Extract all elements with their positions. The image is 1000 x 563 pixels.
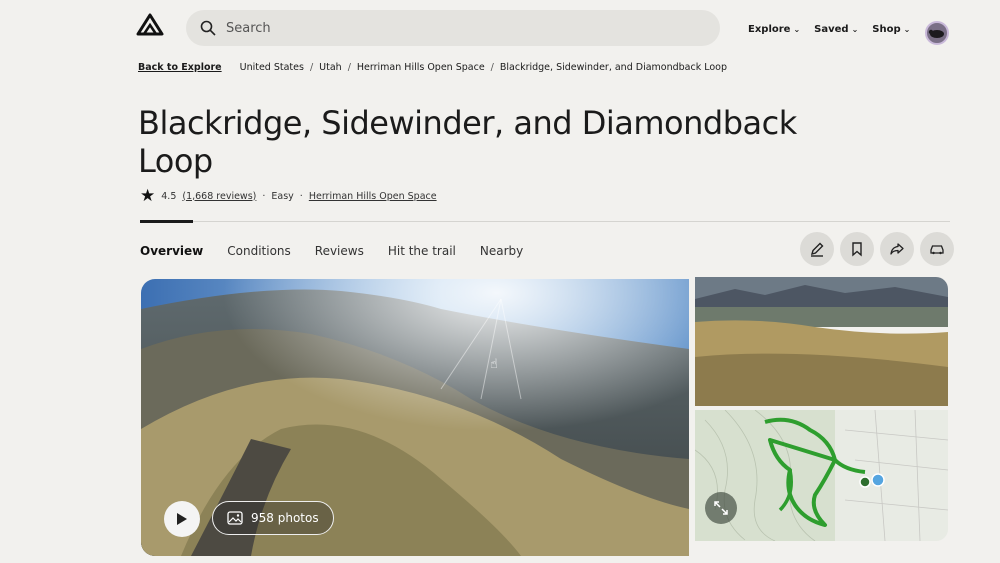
expand-icon [714, 501, 728, 515]
car-icon [930, 245, 944, 255]
star-icon: ★ [140, 186, 156, 206]
nav-saved-label: Saved [814, 24, 849, 35]
difficulty: Easy [271, 190, 294, 202]
breadcrumb-country[interactable]: United States [240, 62, 304, 73]
top-bar: Explore⌄ Saved⌄ Shop⌄ [0, 0, 1000, 56]
share-button[interactable] [880, 232, 914, 266]
photos-icon [227, 511, 243, 525]
bookmark-button[interactable] [840, 232, 874, 266]
park-link[interactable]: Herriman Hills Open Space [309, 191, 437, 202]
divider [140, 221, 950, 222]
valley-photo [695, 277, 948, 406]
page-title: Blackridge, Sidewinder, and Diamondback … [138, 104, 797, 180]
tab-reviews[interactable]: Reviews [315, 244, 364, 258]
meta-dot: · [299, 190, 303, 202]
chevron-down-icon: ⌄ [851, 25, 859, 34]
bookmark-icon [852, 242, 862, 257]
play-icon [177, 513, 187, 525]
search-icon [200, 20, 216, 36]
breadcrumb-separator: / [347, 62, 351, 73]
chevron-down-icon: ⌄ [793, 25, 801, 34]
nav-explore[interactable]: Explore ⌄ [748, 24, 800, 35]
expand-map-button[interactable] [705, 492, 737, 524]
active-indicator [140, 220, 193, 223]
back-to-explore-link[interactable]: Back to Explore [138, 62, 222, 73]
rating-value: 4.5 [161, 190, 177, 202]
tab-hit-the-trail[interactable]: Hit the trail [388, 244, 456, 258]
edit-button[interactable] [800, 232, 834, 266]
breadcrumb-state[interactable]: Utah [319, 62, 342, 73]
breadcrumb-current: Blackridge, Sidewinder, and Diamondback … [499, 62, 728, 73]
share-icon [890, 243, 904, 255]
nav-saved[interactable]: Saved ⌄ [814, 24, 858, 35]
logo-icon[interactable] [136, 12, 164, 36]
meta-dot: · [262, 190, 266, 202]
trail-meta: ★ 4.5 (1,668 reviews) · Easy · Herriman … [140, 186, 437, 206]
photos-count-label: 958 photos [251, 511, 319, 525]
hand-cursor-icon: ☝ [490, 357, 498, 372]
breadcrumb-park[interactable]: Herriman Hills Open Space [357, 62, 485, 73]
map-graphic [695, 410, 948, 541]
trail-map[interactable] [695, 410, 948, 541]
nav-links: Explore ⌄ Saved ⌄ Shop ⌄ [748, 24, 910, 35]
breadcrumb: Back to Explore United States / Utah / H… [138, 62, 727, 73]
tab-overview[interactable]: Overview [140, 244, 203, 258]
action-buttons [800, 232, 954, 266]
nav-shop-label: Shop [872, 24, 901, 35]
tab-conditions[interactable]: Conditions [227, 244, 291, 258]
reviews-link[interactable]: (1,668 reviews) [182, 191, 256, 202]
play-button[interactable] [164, 501, 200, 537]
chevron-down-icon: ⌄ [903, 25, 911, 34]
photos-button[interactable]: 958 photos [212, 501, 334, 535]
section-tabs: Overview Conditions Reviews Hit the trai… [140, 244, 523, 258]
nav-shop[interactable]: Shop ⌄ [872, 24, 910, 35]
directions-button[interactable] [920, 232, 954, 266]
breadcrumb-separator: / [309, 62, 314, 73]
search-bar[interactable] [186, 10, 720, 46]
avatar[interactable] [925, 21, 949, 45]
bear-icon [928, 29, 944, 38]
tab-nearby[interactable]: Nearby [480, 244, 523, 258]
secondary-photo[interactable] [695, 277, 948, 406]
breadcrumb-separator: / [490, 62, 494, 73]
nav-explore-label: Explore [748, 24, 791, 35]
search-input[interactable] [226, 20, 686, 36]
edit-icon [810, 242, 824, 257]
